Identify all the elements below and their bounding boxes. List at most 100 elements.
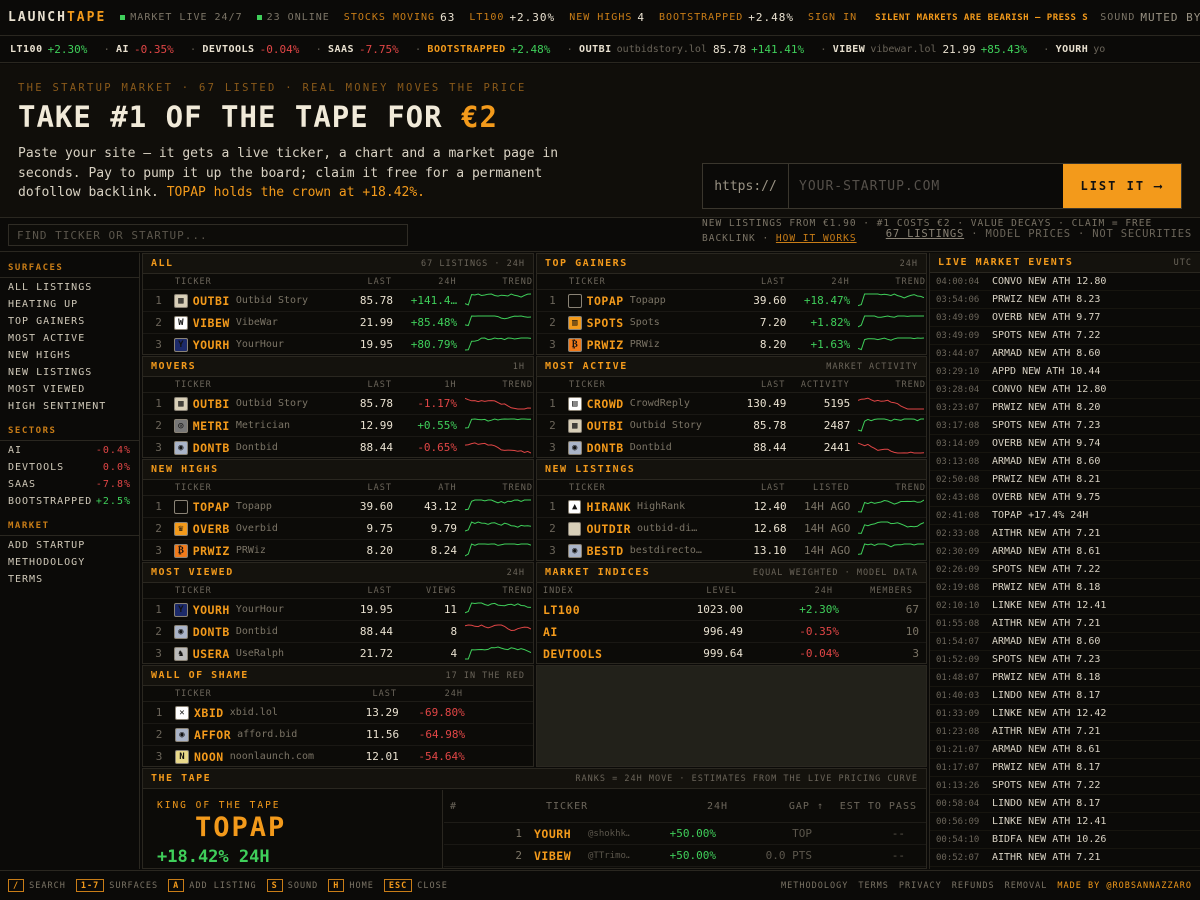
- shortcut-hint[interactable]: S SOUND: [266, 879, 319, 892]
- table-row[interactable]: 3 ₿ PRWIZ PRWiz 8.20 8.24: [143, 540, 533, 560]
- sidebar-item[interactable]: METHODOLOGY: [0, 555, 139, 572]
- strip-item[interactable]: LT100 +2.30%: [0, 43, 87, 56]
- sound-toggle[interactable]: SOUND MUTED BY B: [1100, 11, 1200, 24]
- strip-item[interactable]: · SAAS -7.75%: [315, 43, 398, 56]
- sidebar-item[interactable]: NEW HIGHS: [0, 348, 139, 365]
- ticker-symbol[interactable]: DONTB: [587, 441, 624, 455]
- shortcut-hint[interactable]: / SEARCH: [8, 879, 66, 892]
- table-row[interactable]: 2 W VIBEW VibeWar 21.99 +85.48%: [143, 312, 533, 334]
- ticker-symbol[interactable]: YOURH: [193, 338, 230, 352]
- ticker-symbol[interactable]: YOURH: [193, 603, 230, 617]
- strip-item[interactable]: · BOOTSTRAPPED +2.48%: [415, 43, 551, 56]
- footer-link[interactable]: REFUNDS: [952, 881, 995, 891]
- logo[interactable]: LAUNCHTAPE: [0, 10, 106, 25]
- tape-ticker[interactable]: VIBEW: [534, 849, 582, 863]
- table-row[interactable]: 2 ♛ OVERB Overbid 9.75 9.79: [143, 518, 533, 540]
- table-row[interactable]: 3 Y YOURH YourHour 19.95 +80.79%: [143, 334, 533, 354]
- ticker-symbol[interactable]: TOPAP: [587, 294, 624, 308]
- made-by-link[interactable]: MADE BY @ROBSANNAZZARO: [1057, 881, 1192, 891]
- listings-count-link[interactable]: 67 LISTINGS: [886, 228, 964, 240]
- table-row[interactable]: 1 ▤ CROWD CrowdReply 130.49 5195: [537, 393, 926, 415]
- table-row[interactable]: 3 ◉ DONTB Dontbid 88.44 2441: [537, 437, 926, 457]
- king-of-the-tape[interactable]: KING OF THE TAPE TOPAP +18.42% 24H: [143, 790, 443, 868]
- ticker-symbol[interactable]: CROWD: [587, 397, 624, 411]
- table-row[interactable]: 1 ✕ XBID xbid.lol 13.29 -69.80%: [143, 702, 533, 724]
- sidebar-item[interactable]: BOOTSTRAPPED +2.5%: [0, 494, 139, 511]
- table-row[interactable]: AI 996.49 -0.35% 10: [537, 621, 926, 643]
- table-row[interactable]: 2 ◎ METRI Metrician 12.99 +0.55%: [143, 415, 533, 437]
- strip-item[interactable]: · DEVTOOLS -0.04%: [190, 43, 300, 56]
- table-row[interactable]: 1 TOPAP Topapp 39.60 +18.47%: [537, 290, 926, 312]
- sidebar-item[interactable]: MOST ACTIVE: [0, 331, 139, 348]
- footer-link[interactable]: REMOVAL: [1005, 881, 1048, 891]
- table-row[interactable]: 3 ◉ BESTD bestdirecto… 13.10 14H AGO: [537, 540, 926, 560]
- ticker-symbol[interactable]: SPOTS: [587, 316, 624, 330]
- sidebar-item[interactable]: ALL LISTINGS: [0, 280, 139, 297]
- tape-row[interactable]: 2 VIBEW @TTrimo… +50.00% 0.0 PTS --: [444, 845, 926, 867]
- ticker-symbol[interactable]: PRWIZ: [587, 338, 624, 352]
- table-row[interactable]: 2 ▦ OUTBI Outbid Story 85.78 2487: [537, 415, 926, 437]
- sidebar-item[interactable]: TERMS: [0, 572, 139, 589]
- table-row[interactable]: 3 ◉ DONTB Dontbid 88.44 -0.65%: [143, 437, 533, 457]
- shortcut-hint[interactable]: H HOME: [328, 879, 374, 892]
- table-row[interactable]: 2 ▥ SPOTS Spots 7.20 +1.82%: [537, 312, 926, 334]
- ticker-symbol[interactable]: OUTDIR: [586, 522, 631, 536]
- table-row[interactable]: DEVTOOLS 999.64 -0.04% 3: [537, 643, 926, 663]
- table-row[interactable]: 2 ◉ DONTB Dontbid 88.44 8: [143, 621, 533, 643]
- ticker-symbol[interactable]: BESTD: [587, 544, 624, 558]
- list-it-button[interactable]: LIST IT ⟶: [1063, 164, 1181, 208]
- table-row[interactable]: 1 Y YOURH YourHour 19.95 11: [143, 599, 533, 621]
- sidebar-item[interactable]: SAAS -7.8%: [0, 477, 139, 494]
- ticker-symbol[interactable]: OUTBI: [193, 397, 230, 411]
- table-row[interactable]: 1 ▲ HIRANK HighRank 12.40 14H AGO: [537, 496, 926, 518]
- strip-item[interactable]: · AI -0.35%: [103, 43, 173, 56]
- sidebar-item[interactable]: HEATING UP: [0, 297, 139, 314]
- table-row[interactable]: 3 ♞ USERA UseRalph 21.72 4: [143, 643, 533, 663]
- footer-link[interactable]: PRIVACY: [899, 881, 942, 891]
- startup-url-input[interactable]: [789, 164, 1063, 208]
- sidebar-item[interactable]: ADD STARTUP: [0, 538, 139, 555]
- ticker-symbol[interactable]: DONTB: [193, 625, 230, 639]
- shortcut-hint[interactable]: ESC CLOSE: [383, 879, 448, 892]
- ticker-symbol[interactable]: VIBEW: [193, 316, 230, 330]
- strip-item[interactable]: · OUTBI outbidstory.lol 85.78 +141.41%: [566, 43, 804, 56]
- ticker-symbol[interactable]: DONTB: [193, 441, 230, 455]
- ticker-symbol[interactable]: NOON: [194, 750, 224, 764]
- search-input[interactable]: [8, 224, 408, 246]
- table-row[interactable]: 2 OUTDIR outbid-di… 12.68 14H AGO: [537, 518, 926, 540]
- table-row[interactable]: 3 ₿ PRWIZ PRWiz 8.20 +1.63%: [537, 334, 926, 354]
- ticker-symbol[interactable]: METRI: [193, 419, 230, 433]
- sidebar-item[interactable]: NEW LISTINGS: [0, 365, 139, 382]
- tape-ticker[interactable]: YOURH: [534, 827, 582, 841]
- footer-link[interactable]: METHODOLOGY: [781, 881, 848, 891]
- table-row[interactable]: LT100 1023.00 +2.30% 67: [537, 599, 926, 621]
- table-row[interactable]: 2 ◉ AFFOR afford.bid 11.56 -64.98%: [143, 724, 533, 746]
- strip-item[interactable]: · YOURH yo: [1043, 43, 1111, 56]
- sidebar-item[interactable]: TOP GAINERS: [0, 314, 139, 331]
- shortcut-hint[interactable]: A ADD LISTING: [168, 879, 256, 892]
- shortcut-hint[interactable]: 1-7 SURFACES: [75, 879, 158, 892]
- table-row[interactable]: 3 N NOON noonlaunch.com 12.01 -54.64%: [143, 746, 533, 766]
- sidebar-item[interactable]: DEVTOOLS 0.0%: [0, 460, 139, 477]
- ticker-symbol[interactable]: TOPAP: [193, 500, 230, 514]
- table-row[interactable]: 1 TOPAP Topapp 39.60 43.12: [143, 496, 533, 518]
- ticker-symbol[interactable]: OUTBI: [193, 294, 230, 308]
- ticker-symbol[interactable]: AFFOR: [194, 728, 231, 742]
- ticker-symbol[interactable]: PRWIZ: [193, 544, 230, 558]
- ticker-symbol[interactable]: OVERB: [193, 522, 230, 536]
- table-row[interactable]: 1 ▦ OUTBI Outbid Story 85.78 +141.4…: [143, 290, 533, 312]
- row-rank: 1: [155, 397, 162, 410]
- ticker-symbol[interactable]: XBID: [194, 706, 224, 720]
- sign-in-link[interactable]: SIGN IN: [808, 12, 857, 23]
- sidebar-item[interactable]: MOST VIEWED: [0, 382, 139, 399]
- sidebar-item[interactable]: AI -0.4%: [0, 443, 139, 460]
- sidebar-item[interactable]: HIGH SENTIMENT: [0, 399, 139, 416]
- footer-link[interactable]: TERMS: [858, 881, 889, 891]
- ticker-symbol[interactable]: USERA: [193, 647, 230, 661]
- table-row[interactable]: 1 ▦ OUTBI Outbid Story 85.78 -1.17%: [143, 393, 533, 415]
- strip-item[interactable]: · VIBEW vibewar.lol 21.99 +85.43%: [820, 43, 1027, 56]
- ticker-symbol[interactable]: OUTBI: [587, 419, 624, 433]
- tape-row[interactable]: 1 YOURH @shokhk… +50.00% TOP --: [444, 823, 926, 845]
- tape-column-header[interactable]: GAP ↑: [728, 801, 824, 812]
- ticker-symbol[interactable]: HIRANK: [586, 500, 631, 514]
